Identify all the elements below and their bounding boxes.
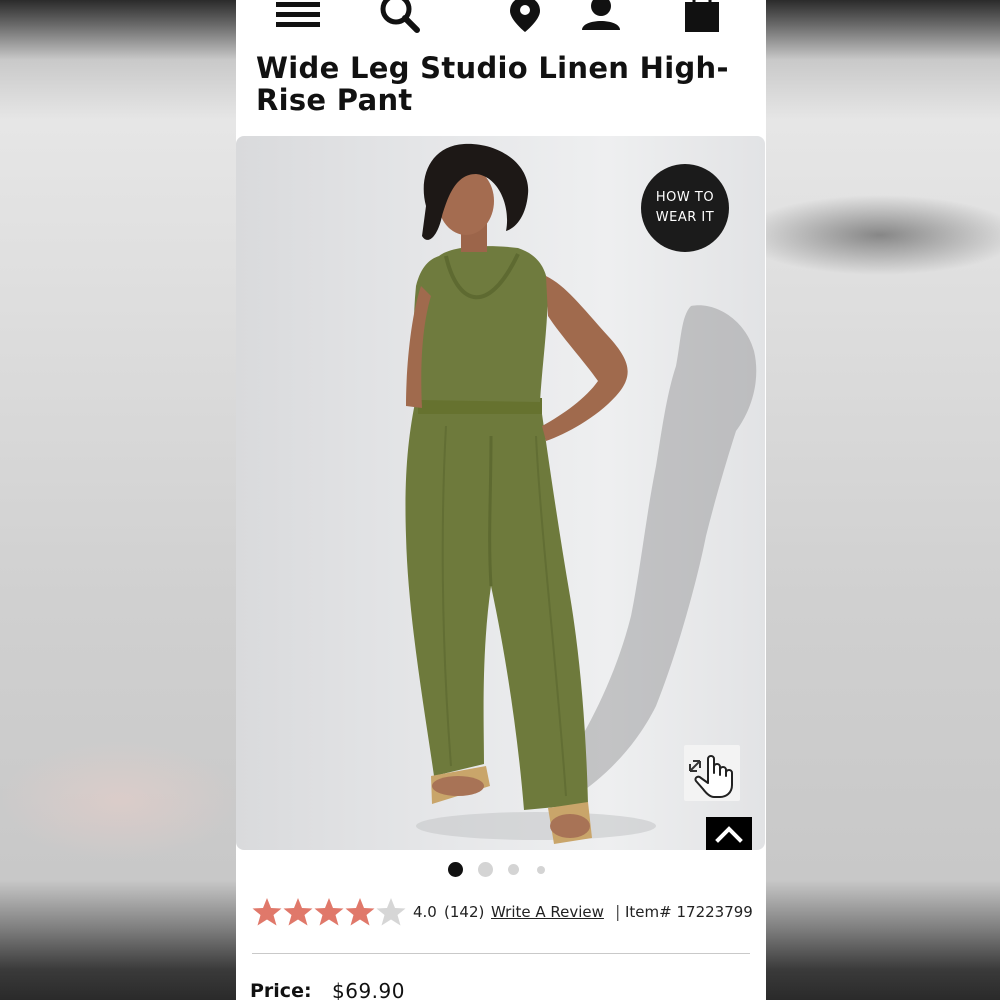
star-icon (252, 898, 282, 926)
product-image[interactable]: HOW TO WEAR IT (236, 136, 765, 850)
hand-pointer-zoom-icon (689, 755, 733, 798)
carousel-dot-3[interactable] (508, 864, 519, 875)
price-label: Price: (250, 980, 312, 1000)
cart-button[interactable] (682, 0, 732, 34)
account-icon (582, 0, 620, 30)
product-title: Wide Leg Studio Linen High-Rise Pant (256, 51, 729, 117)
search-button[interactable] (376, 0, 426, 34)
star-icon (345, 898, 375, 926)
review-count[interactable]: (142) (444, 903, 484, 921)
star-icon (314, 898, 344, 926)
star-icon (283, 898, 313, 926)
star-rating[interactable] (252, 894, 410, 930)
how-to-wear-line2: WEAR IT (655, 210, 715, 225)
search-icon (380, 0, 420, 33)
chevron-up-icon (715, 826, 743, 843)
how-to-wear-line1: HOW TO (655, 190, 715, 205)
star-empty-icon (376, 898, 406, 926)
divider (252, 953, 750, 954)
zoom-button[interactable] (684, 745, 740, 801)
write-review-link[interactable]: Write A Review (491, 903, 604, 921)
account-button[interactable] (581, 0, 631, 34)
store-locator-button[interactable] (506, 0, 556, 34)
top-navigation (236, 0, 766, 36)
separator: | (615, 902, 621, 921)
rating-value: 4.0 (413, 903, 437, 921)
rating-row: 4.0 (142) Write A Review | Item# 1722379… (252, 894, 766, 930)
shopping-bag-icon (685, 0, 719, 32)
back-to-top-button[interactable] (706, 817, 752, 850)
menu-icon (276, 2, 320, 27)
carousel-dot-4[interactable] (537, 866, 545, 874)
image-carousel-dots (236, 860, 766, 880)
product-page: Wide Leg Studio Linen High-Rise Pant HOW… (236, 0, 766, 1000)
carousel-dot-1[interactable] (448, 862, 463, 877)
carousel-dot-2[interactable] (478, 862, 493, 877)
menu-button[interactable] (274, 0, 324, 34)
how-to-wear-it-button[interactable]: HOW TO WEAR IT (641, 164, 729, 252)
location-pin-icon (510, 0, 540, 32)
item-number: Item# 17223799 (625, 903, 753, 921)
price-value: $69.90 (332, 979, 405, 1000)
